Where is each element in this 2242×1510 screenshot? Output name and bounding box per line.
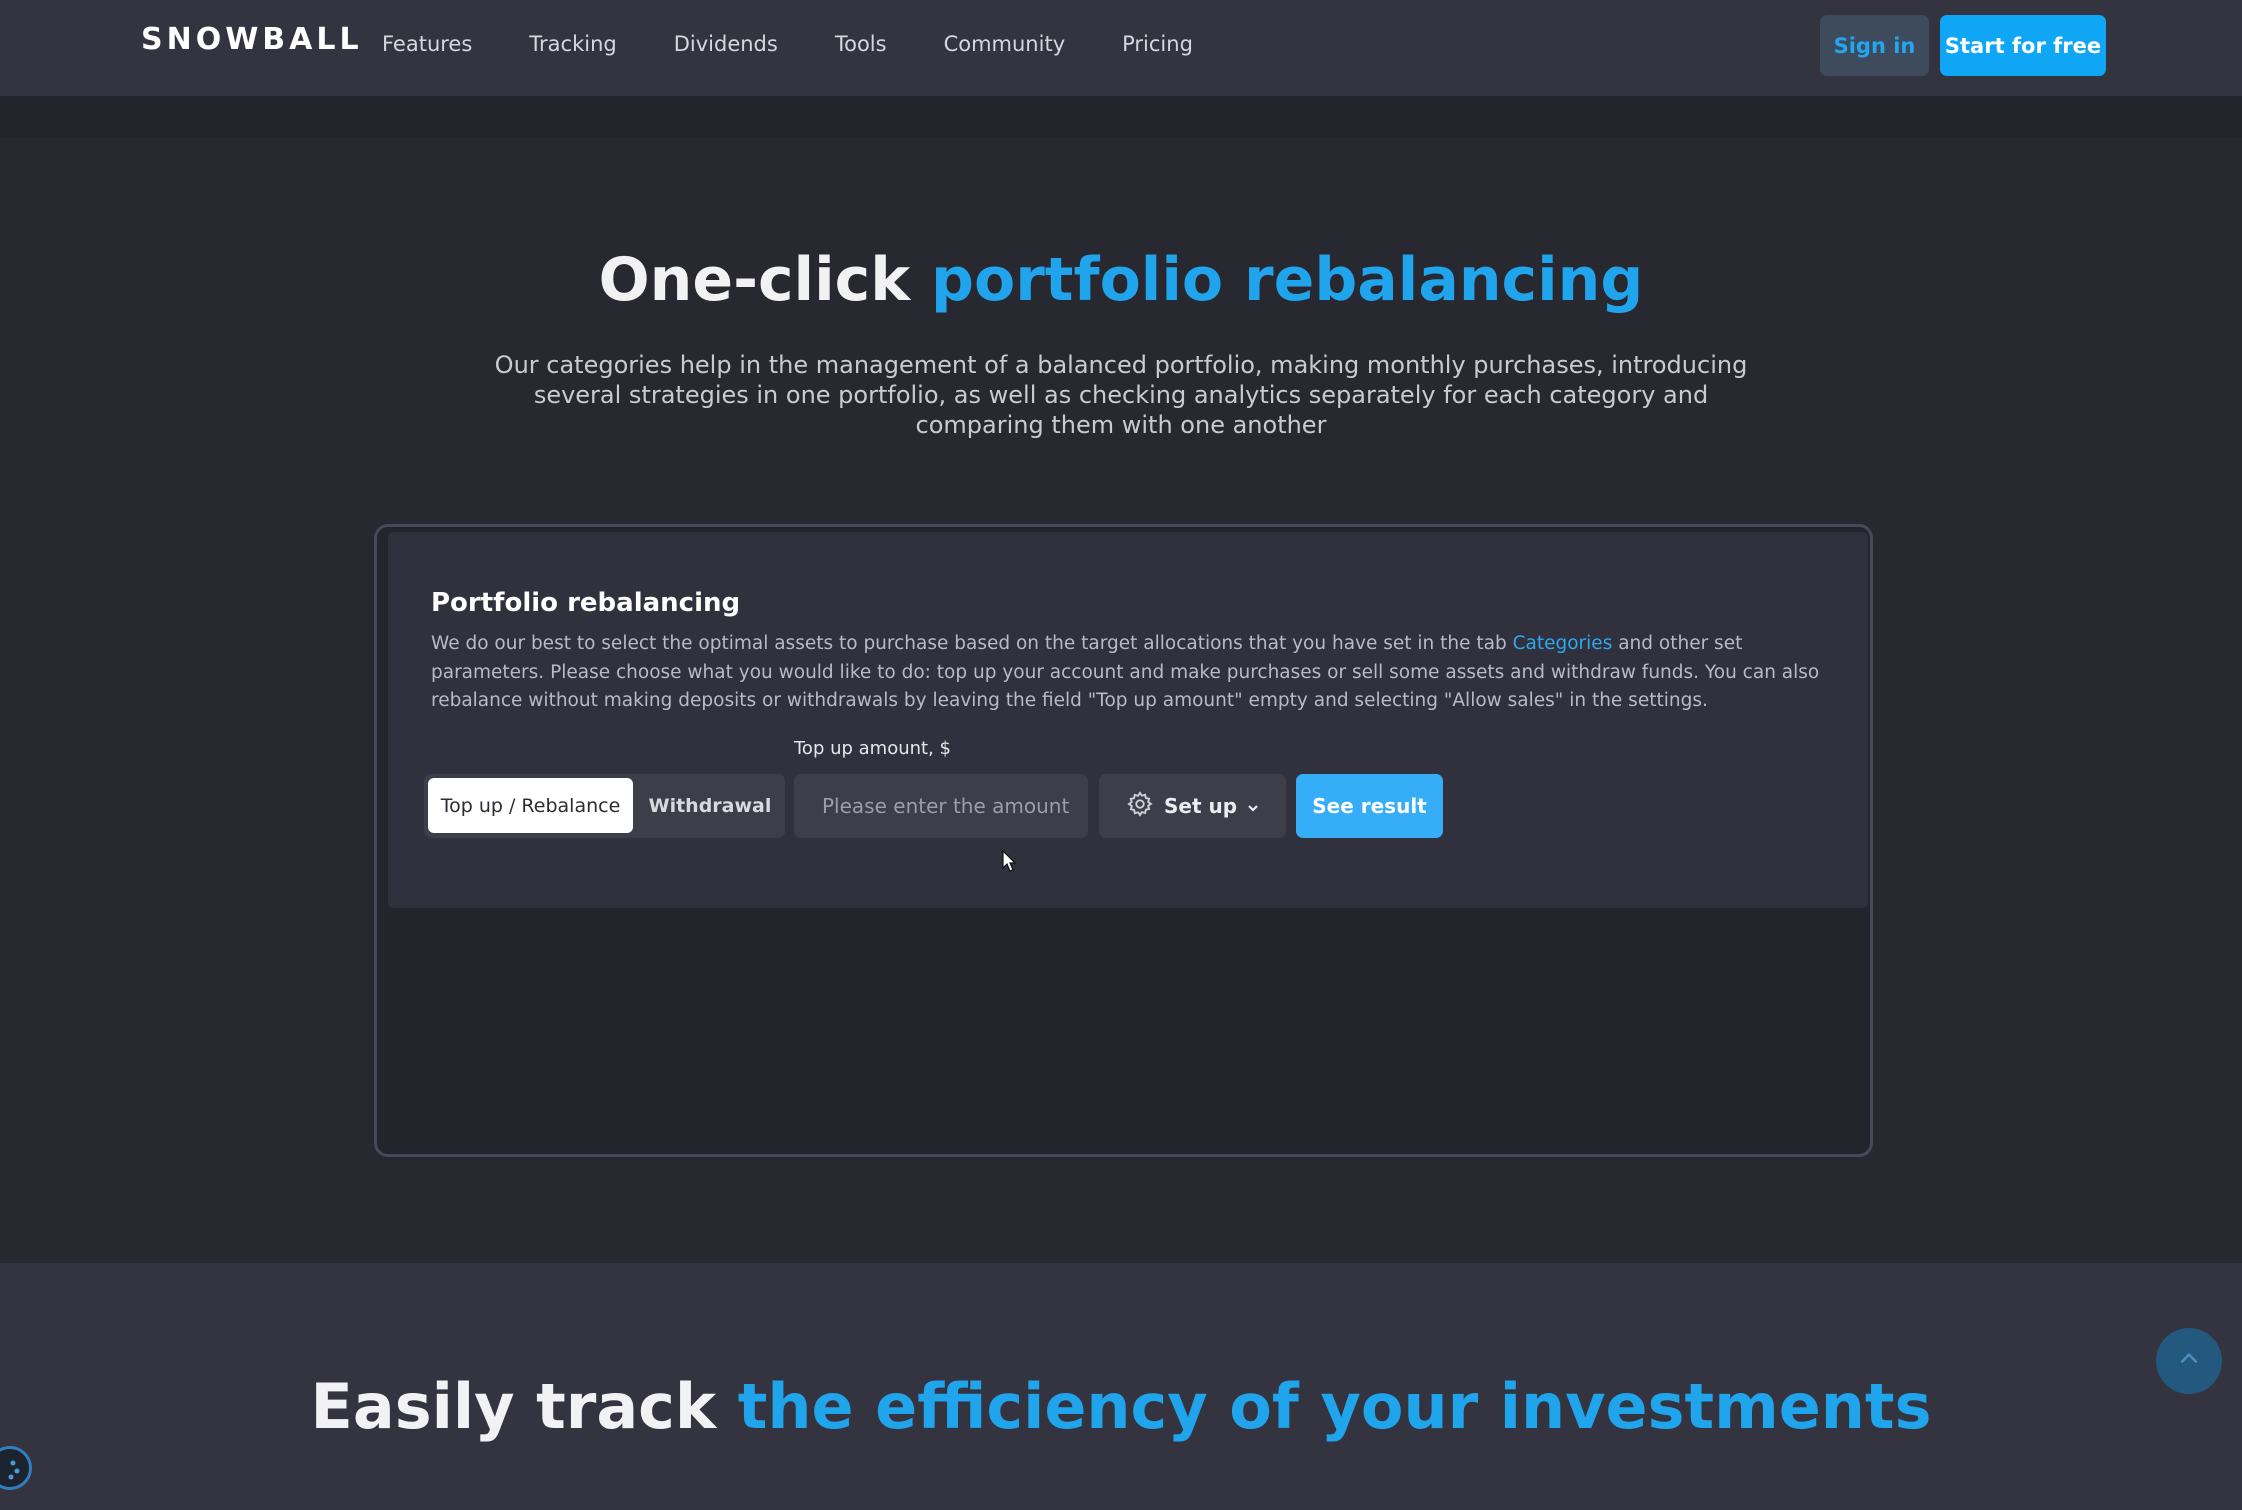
see-result-button[interactable]: See result [1296, 774, 1443, 838]
chevron-down-icon [1247, 794, 1259, 818]
gear-icon [1126, 790, 1154, 823]
tracking-section-title: Easily track the efficiency of your inve… [0, 1370, 2242, 1443]
logo[interactable]: SNOWBALL [141, 22, 363, 57]
nav-link-community[interactable]: Community [944, 32, 1066, 56]
nav-divider [0, 96, 2242, 138]
amount-label: Top up amount, $ [794, 738, 951, 759]
nav-link-tools[interactable]: Tools [835, 32, 887, 56]
nav-link-tracking[interactable]: Tracking [529, 32, 616, 56]
setup-label: Set up [1163, 794, 1238, 818]
card-title: Portfolio rebalancing [431, 588, 741, 618]
categories-link[interactable]: Categories [1513, 633, 1613, 654]
cookie-settings-button[interactable] [0, 1446, 32, 1490]
hero-title-accent: portfolio rebalancing [931, 245, 1644, 315]
start-for-free-button[interactable]: Start for free [1940, 15, 2106, 76]
cookie-icon [0, 1460, 29, 1491]
mode-topup-button[interactable]: Top up / Rebalance [428, 778, 633, 833]
hero-title: One-click portfolio rebalancing [0, 245, 2242, 315]
sign-in-button[interactable]: Sign in [1820, 15, 1929, 76]
nav-link-dividends[interactable]: Dividends [674, 32, 778, 56]
scroll-to-top-button[interactable] [2156, 1328, 2222, 1394]
card-desc-before: We do our best to select the optimal ass… [431, 633, 1513, 654]
nav-links: Features Tracking Dividends Tools Commun… [382, 32, 1250, 56]
hero-title-plain: One-click [598, 245, 932, 315]
tracking-title-accent: the efficiency of your investments [737, 1370, 1932, 1443]
setup-button[interactable]: Set up [1099, 774, 1286, 838]
tracking-title-plain: Easily track [310, 1370, 738, 1443]
nav-link-features[interactable]: Features [382, 32, 472, 56]
hero-description: Our categories help in the management of… [494, 351, 1748, 439]
mouse-cursor-icon [1002, 849, 1017, 876]
amount-input[interactable] [794, 774, 1088, 838]
mode-withdrawal-button[interactable]: Withdrawal [640, 778, 780, 833]
arrow-up-icon [2176, 1346, 2202, 1376]
nav-link-pricing[interactable]: Pricing [1122, 32, 1193, 56]
top-navbar: SNOWBALL Features Tracking Dividends Too… [0, 0, 2242, 96]
card-description: We do our best to select the optimal ass… [431, 630, 1821, 716]
